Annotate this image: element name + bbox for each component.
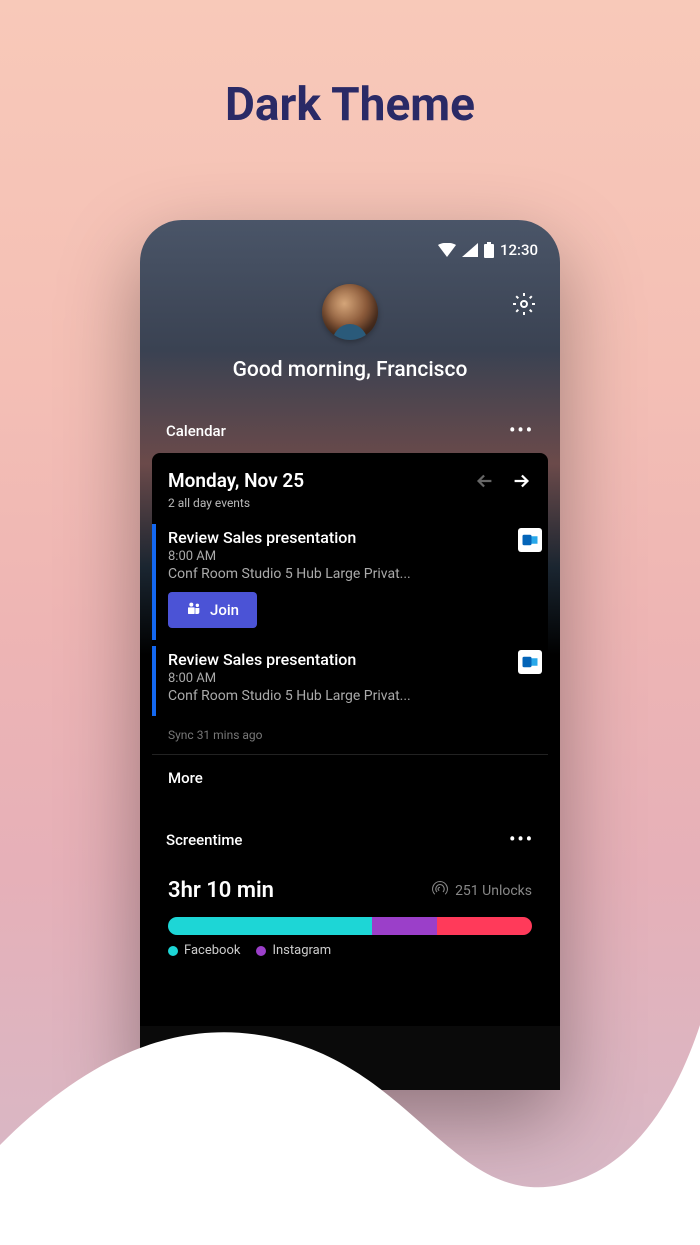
bottom-nav: Glance: [140, 1026, 560, 1090]
next-day-button[interactable]: [510, 470, 532, 492]
screentime-total: 3hr 10 min: [168, 878, 274, 903]
settings-button[interactable]: [512, 292, 536, 320]
status-bar: 12:30: [140, 220, 560, 264]
battery-icon: [484, 242, 494, 258]
event-time: 8:00 AM: [168, 671, 532, 686]
event-location: Conf Room Studio 5 Hub Large Privat...: [168, 688, 448, 704]
fingerprint-icon: [431, 880, 449, 902]
legend-item: Facebook: [168, 943, 240, 958]
screentime-legend: Facebook Instagram: [152, 943, 548, 974]
screentime-more-icon[interactable]: •••: [509, 829, 534, 850]
join-label: Join: [210, 601, 239, 619]
calendar-more-button[interactable]: More: [152, 754, 548, 801]
bar-segment-instagram: [372, 917, 438, 935]
status-time: 12:30: [500, 241, 538, 259]
bar-segment-facebook: [168, 917, 372, 935]
legend-item: Instagram: [256, 943, 331, 958]
sync-status: Sync 31 mins ago: [152, 722, 548, 754]
nav-glance[interactable]: Glance: [168, 1039, 205, 1077]
event-title: Review Sales presentation: [168, 528, 532, 547]
event-time: 8:00 AM: [168, 549, 532, 564]
screentime-bar: [168, 917, 532, 935]
calendar-card: Monday, Nov 25 2 all day events Review S…: [152, 453, 548, 801]
nav-glance-label: Glance: [168, 1063, 205, 1077]
calendar-date: Monday, Nov 25: [168, 469, 304, 492]
cell-signal-icon: [462, 243, 478, 257]
avatar[interactable]: [322, 284, 378, 340]
glance-icon: [176, 1039, 198, 1061]
teams-icon: [186, 600, 202, 620]
bar-segment-other: [437, 917, 532, 935]
unlock-count: 251 Unlocks: [431, 880, 532, 902]
outlook-icon: [518, 528, 542, 552]
greeting-text: Good morning, Francisco: [160, 358, 540, 382]
page-title: Dark Theme: [0, 0, 700, 132]
legend-dot: [256, 946, 266, 956]
event-location: Conf Room Studio 5 Hub Large Privat...: [168, 566, 448, 582]
screentime-section-title: Screentime: [166, 831, 242, 849]
calendar-section-title: Calendar: [166, 422, 226, 440]
wifi-icon: [438, 243, 456, 257]
calendar-event[interactable]: Review Sales presentation 8:00 AM Conf R…: [152, 646, 548, 716]
legend-dot: [168, 946, 178, 956]
prev-day-button[interactable]: [474, 470, 496, 492]
screentime-card: 3hr 10 min 251 Unlocks Facebook Instagra…: [152, 862, 548, 974]
calendar-event[interactable]: Review Sales presentation 8:00 AM Conf R…: [152, 524, 548, 640]
event-title: Review Sales presentation: [168, 650, 532, 669]
calendar-subtitle: 2 all day events: [152, 496, 548, 524]
outlook-icon: [518, 650, 542, 674]
join-button[interactable]: Join: [168, 592, 257, 628]
calendar-more-icon[interactable]: •••: [509, 420, 534, 441]
phone-frame: 12:30 Good morning, Francisco Calendar •…: [140, 220, 560, 1090]
